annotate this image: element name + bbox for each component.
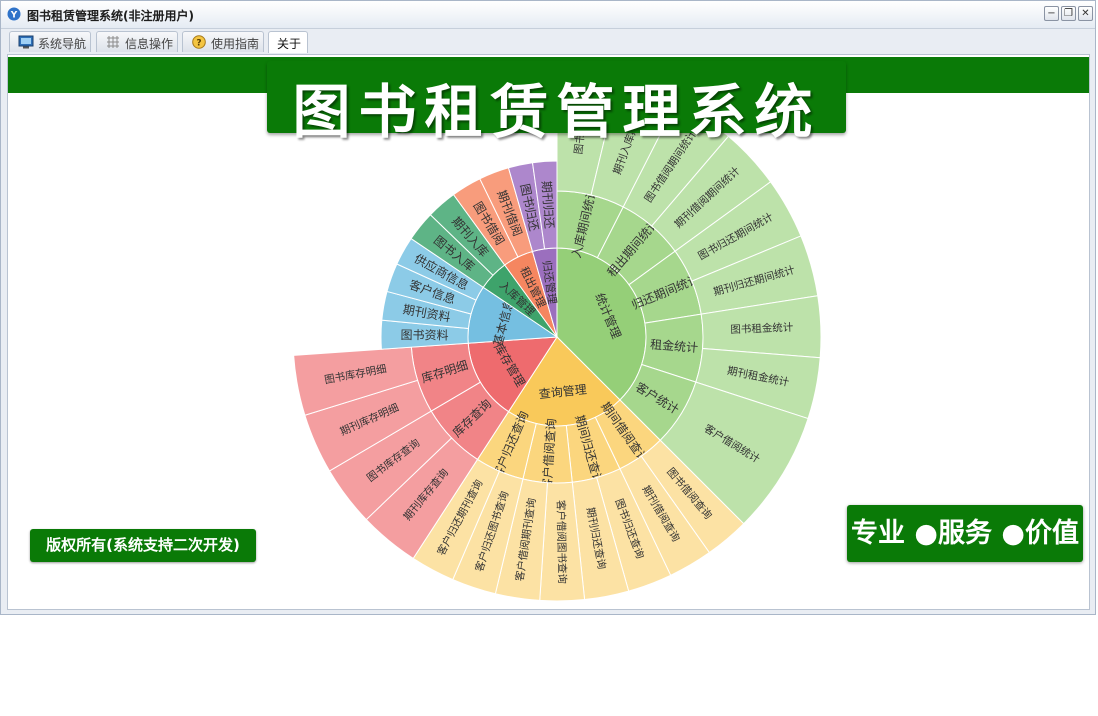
minimize-icon: − <box>1047 8 1056 19</box>
app-logo-icon: Y <box>7 7 21 21</box>
svg-text:Y: Y <box>10 11 18 21</box>
svg-text:?: ? <box>196 39 201 49</box>
sunburst-leaf-label: 客户借阅图书查询 <box>554 500 569 584</box>
monitor-icon <box>18 35 34 49</box>
app-window: Y 图书租赁管理系统(非注册用户) − ❐ ✕ 系统导航 信息操作 ? 使用指南… <box>0 0 1096 615</box>
window-title: 图书租赁管理系统(非注册用户) <box>27 9 194 23</box>
close-icon: ✕ <box>1081 8 1090 19</box>
sunburst-subcategory-label: 图书资料 <box>400 328 448 343</box>
copyright-text: 版权所有(系统支持二次开发) <box>46 536 240 554</box>
tab-label: 关于 <box>277 37 302 51</box>
banner-title: 图书租赁管理系统 <box>292 78 821 146</box>
sunburst-leaf-label: 图书租金统计 <box>730 321 794 336</box>
slogan-badge: 专业 ●服务 ●价值 <box>847 505 1083 562</box>
slogan-text: 专业 ●服务 ●价值 <box>851 518 1079 549</box>
copyright-badge: 版权所有(系统支持二次开发) <box>30 529 256 562</box>
tab-info-operation[interactable]: 信息操作 <box>96 31 178 52</box>
minimize-button[interactable]: − <box>1044 6 1059 21</box>
content-panel: 统计管理 入库期间统计 图书入库 期刊入库期间 租出期间统计 图书借阅期间统计 期刊借阅期间… <box>7 54 1090 610</box>
tab-user-guide[interactable]: ? 使用指南 <box>182 31 264 52</box>
tab-about[interactable]: 关于 <box>268 31 308 53</box>
grid-icon <box>107 36 119 48</box>
tab-label: 使用指南 <box>211 37 260 51</box>
banner-title-box: 图书租赁管理系统 <box>267 61 846 146</box>
help-icon: ? <box>192 35 206 49</box>
title-bar: Y 图书租赁管理系统(非注册用户) − ❐ ✕ <box>1 1 1095 29</box>
tab-system-navigation[interactable]: 系统导航 <box>9 31 91 52</box>
restore-icon: ❐ <box>1064 8 1073 19</box>
tab-label: 信息操作 <box>125 37 174 51</box>
tab-label: 系统导航 <box>38 37 87 51</box>
restore-button[interactable]: ❐ <box>1061 6 1076 21</box>
close-button[interactable]: ✕ <box>1078 6 1093 21</box>
